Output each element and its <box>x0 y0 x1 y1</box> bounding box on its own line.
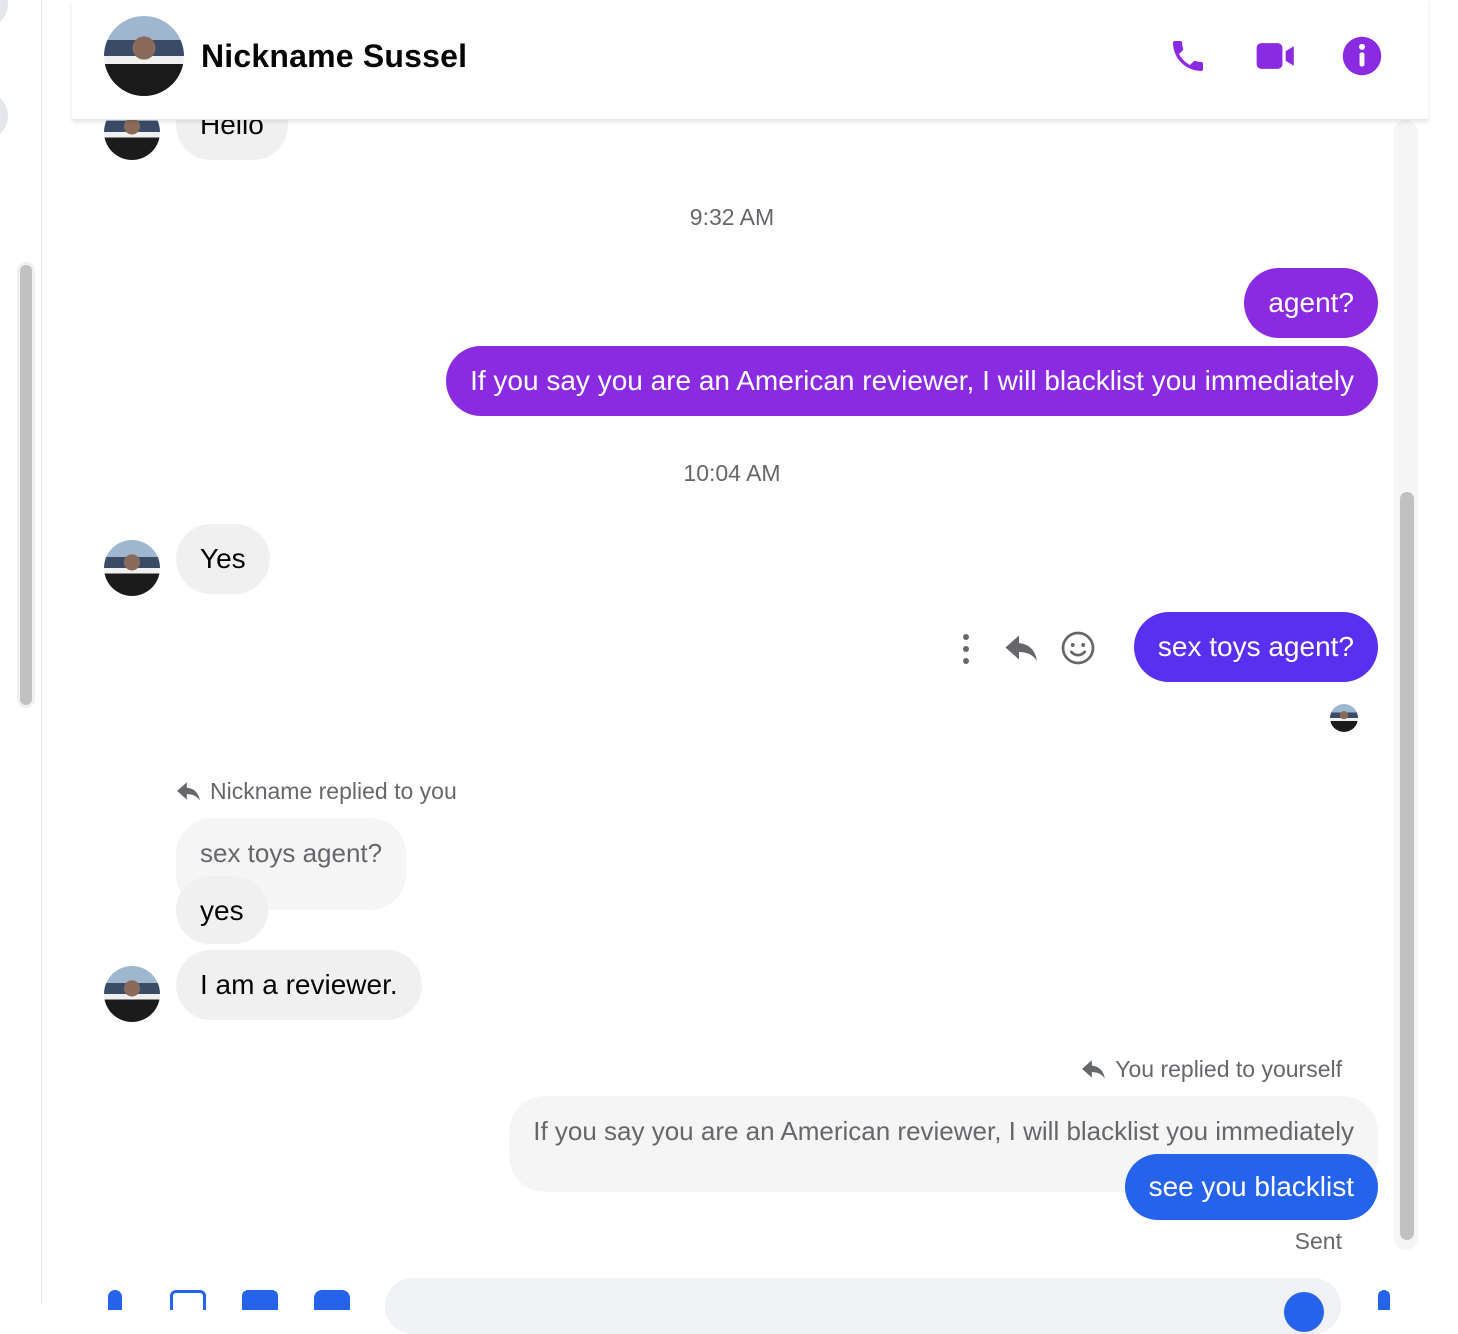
incoming-message[interactable]: yes <box>176 876 268 944</box>
more-vertical-icon <box>963 634 969 664</box>
phone-icon <box>1173 41 1203 71</box>
rail-avatar[interactable] <box>0 0 8 28</box>
contact-message-avatar[interactable] <box>104 540 160 596</box>
reply-header-text: You replied to yourself <box>1115 1056 1342 1082</box>
messages-scrollbar[interactable] <box>1394 120 1418 1250</box>
outgoing-message[interactable]: see you blacklist <box>1124 1154 1378 1220</box>
contact-message-avatar[interactable] <box>104 120 160 160</box>
smiley-icon <box>1061 631 1095 665</box>
incoming-message[interactable]: Yes <box>176 524 270 594</box>
video-call-button[interactable] <box>1254 34 1298 78</box>
conversation-info-button[interactable] <box>1340 34 1384 78</box>
reply-icon <box>177 781 200 801</box>
reply-header: You replied to yourself <box>1081 1056 1342 1083</box>
contact-name[interactable]: Nickname Sussel <box>201 38 467 75</box>
reply-header-text: Nickname replied to you <box>210 778 457 804</box>
info-icon <box>1342 36 1382 76</box>
reply-icon <box>1082 1059 1106 1079</box>
react-button[interactable] <box>1060 630 1096 671</box>
audio-call-button[interactable] <box>1166 34 1210 78</box>
more-options-button[interactable] <box>956 632 976 671</box>
timestamp-divider: 9:32 AM <box>689 204 775 230</box>
sticker-icon[interactable] <box>242 1290 278 1310</box>
reply-header: Nickname replied to you <box>176 778 457 805</box>
composer-bar <box>72 1270 1428 1334</box>
contact-avatar[interactable] <box>104 16 184 96</box>
more-actions-icon[interactable] <box>108 1290 122 1310</box>
outgoing-message[interactable]: If you say you are an American reviewer,… <box>446 346 1378 416</box>
incoming-message[interactable]: I am a reviewer. <box>176 950 422 1020</box>
chat-panel: Nickname Sussel Hello 9:32 AM agent? If … <box>72 0 1428 1334</box>
outgoing-message[interactable]: agent? <box>1244 268 1378 338</box>
video-icon <box>1256 43 1294 69</box>
chat-header: Nickname Sussel <box>72 0 1428 120</box>
left-scrollbar-thumb[interactable] <box>20 265 32 705</box>
image-icon[interactable] <box>170 1290 206 1310</box>
emoji-icon[interactable] <box>1284 1292 1324 1332</box>
gif-icon[interactable] <box>314 1290 350 1310</box>
reply-button[interactable] <box>1004 632 1040 671</box>
message-status: Sent <box>1295 1228 1342 1255</box>
like-icon[interactable] <box>1378 1290 1390 1310</box>
timestamp-divider: 10:04 AM <box>683 460 781 486</box>
message-list[interactable]: Hello 9:32 AM agent? If you say you are … <box>72 120 1428 1270</box>
incoming-message[interactable]: Hello <box>176 120 288 160</box>
message-status-text: Sent <box>1294 1228 1342 1254</box>
seen-avatar <box>1330 704 1358 732</box>
contact-message-avatar[interactable] <box>104 966 160 1022</box>
rail-avatar[interactable] <box>0 92 8 140</box>
conversation-list-rail <box>0 0 42 1304</box>
outgoing-message[interactable]: sex toys agent? <box>1133 612 1378 682</box>
messages-scrollbar-thumb[interactable] <box>1400 492 1414 1240</box>
reply-icon <box>1005 635 1037 661</box>
left-scrollbar[interactable] <box>17 262 35 708</box>
message-input[interactable] <box>385 1278 1341 1334</box>
